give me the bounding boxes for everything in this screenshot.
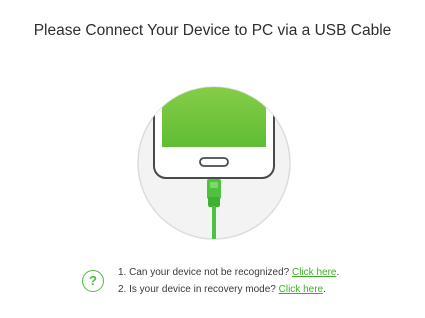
help-item-text: Is your device in recovery mode?	[129, 284, 276, 295]
help-list: 1. Can your device not be recognized? Cl…	[118, 264, 339, 298]
help-item-number: 1.	[118, 267, 127, 278]
page-title: Please Connect Your Device to PC via a U…	[33, 22, 392, 39]
help-item-recovery-mode: 2. Is your device in recovery mode? Clic…	[118, 281, 339, 298]
help-item-text: Can your device not be recognized?	[129, 267, 290, 278]
recovery-click-here-link[interactable]: Click here	[279, 284, 323, 295]
help-item-number: 2.	[118, 284, 127, 295]
help-item-suffix: .	[323, 284, 326, 295]
phone-usb-connect-icon	[136, 85, 292, 241]
help-item-suffix: .	[336, 267, 340, 278]
question-circle-icon: ?	[82, 270, 104, 292]
help-section: ? 1. Can your device not be recognized? …	[82, 262, 382, 302]
unrecognized-click-here-link[interactable]: Click here	[292, 267, 336, 278]
help-item-unrecognized: 1. Can your device not be recognized? Cl…	[118, 264, 339, 281]
